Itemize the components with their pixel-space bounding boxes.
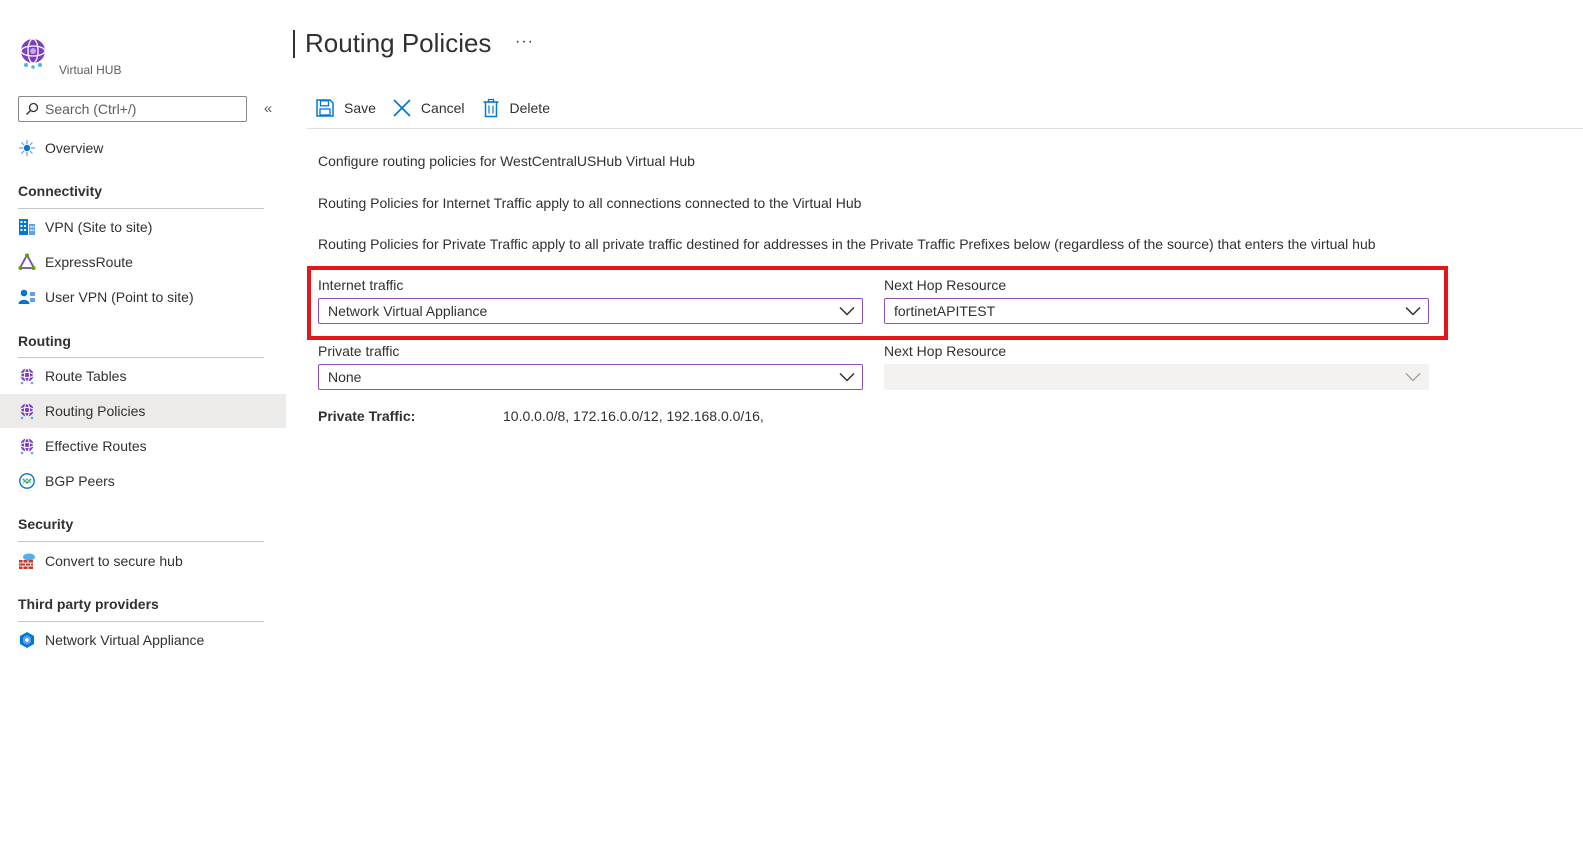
toolbar-divider xyxy=(307,128,1583,129)
section-title-connectivity: Connectivity xyxy=(18,183,103,199)
sidebar-item-label: VPN (Site to site) xyxy=(45,219,153,235)
collapse-sidebar-button[interactable]: « xyxy=(259,99,277,117)
chevron-down-icon xyxy=(1398,299,1428,323)
resource-type-label: Virtual HUB xyxy=(59,63,122,77)
close-icon xyxy=(392,98,412,118)
chevron-down-icon xyxy=(1398,365,1428,389)
route-tables-icon xyxy=(18,367,36,385)
sidebar-item-route-tables[interactable]: Route Tables xyxy=(0,359,286,393)
more-options-button[interactable]: ··· xyxy=(515,33,534,51)
page-title: Routing Policies xyxy=(293,28,491,59)
save-label: Save xyxy=(344,100,376,116)
sidebar-item-bgp-peers[interactable]: BGP Peers xyxy=(0,464,286,498)
description-configure: Configure routing policies for WestCentr… xyxy=(318,153,695,169)
effective-routes-icon xyxy=(18,437,36,455)
sidebar-item-label: ExpressRoute xyxy=(45,254,133,270)
sidebar-item-effective-routes[interactable]: Effective Routes xyxy=(0,429,286,463)
cancel-button[interactable]: Cancel xyxy=(392,98,465,118)
user-vpn-icon xyxy=(18,288,36,306)
trash-icon xyxy=(481,98,501,118)
private-traffic-value: None xyxy=(328,369,362,385)
sidebar-item-expressroute[interactable]: ExpressRoute xyxy=(0,245,286,279)
overview-icon xyxy=(18,139,36,157)
sidebar-item-overview[interactable]: Overview xyxy=(0,131,286,165)
private-traffic-prefixes-value: 10.0.0.0/8, 172.16.0.0/12, 192.168.0.0/1… xyxy=(503,408,764,424)
description-private-traffic: Routing Policies for Private Traffic app… xyxy=(318,236,1376,252)
sidebar-item-label: Routing Policies xyxy=(45,403,146,419)
nva-icon xyxy=(18,631,36,649)
bgp-peers-icon xyxy=(18,472,36,490)
vpn-icon xyxy=(18,218,36,236)
delete-button[interactable]: Delete xyxy=(481,98,550,118)
resource-sidebar: Virtual HUB « Overview Connectivity VPN … xyxy=(0,0,286,864)
internet-next-hop-value: fortinetAPITEST xyxy=(894,303,996,319)
routing-policies-icon xyxy=(18,402,36,420)
section-divider xyxy=(18,208,264,209)
sidebar-item-label: Convert to secure hub xyxy=(45,553,183,569)
title-separator xyxy=(293,29,295,58)
sidebar-item-label: Network Virtual Appliance xyxy=(45,632,205,648)
sidebar-search-input[interactable] xyxy=(45,101,235,117)
save-button[interactable]: Save xyxy=(315,98,376,118)
sidebar-item-label: Overview xyxy=(45,140,104,156)
private-next-hop-label: Next Hop Resource xyxy=(884,343,1007,359)
page-title-text: Routing Policies xyxy=(305,28,492,58)
sidebar-item-label: BGP Peers xyxy=(45,473,115,489)
section-divider xyxy=(18,621,264,622)
sidebar-item-label: User VPN (Point to site) xyxy=(45,289,194,305)
internet-traffic-dropdown[interactable]: Network Virtual Appliance xyxy=(318,298,863,324)
section-title-routing: Routing xyxy=(18,333,71,349)
search-icon xyxy=(25,102,39,116)
section-divider xyxy=(18,541,264,542)
virtual-hub-icon xyxy=(18,37,48,69)
internet-traffic-value: Network Virtual Appliance xyxy=(328,303,488,319)
sidebar-item-network-virtual-appliance[interactable]: Network Virtual Appliance xyxy=(0,623,286,657)
section-title-security: Security xyxy=(18,516,74,532)
section-divider xyxy=(18,357,264,358)
sidebar-item-label: Route Tables xyxy=(45,368,127,384)
internet-traffic-label: Internet traffic xyxy=(318,277,404,293)
delete-label: Delete xyxy=(509,100,550,116)
chevron-down-icon xyxy=(832,299,862,323)
internet-next-hop-label: Next Hop Resource xyxy=(884,277,1007,293)
sidebar-search-box[interactable] xyxy=(18,96,247,122)
private-traffic-prefixes-label: Private Traffic: xyxy=(318,408,416,424)
section-title-third-party-providers: Third party providers xyxy=(18,596,159,612)
internet-next-hop-dropdown[interactable]: fortinetAPITEST xyxy=(884,298,1429,324)
description-internet-traffic: Routing Policies for Internet Traffic ap… xyxy=(318,195,862,211)
firewall-icon xyxy=(18,552,36,570)
expressroute-icon xyxy=(18,253,36,271)
sidebar-item-routing-policies[interactable]: Routing Policies xyxy=(0,394,286,428)
sidebar-item-user-vpn[interactable]: User VPN (Point to site) xyxy=(0,280,286,314)
chevron-down-icon xyxy=(832,365,862,389)
private-next-hop-dropdown xyxy=(884,364,1429,390)
sidebar-item-label: Effective Routes xyxy=(45,438,147,454)
sidebar-item-vpn-site-to-site[interactable]: VPN (Site to site) xyxy=(0,210,286,244)
sidebar-item-convert-to-secure-hub[interactable]: Convert to secure hub xyxy=(0,544,286,578)
cancel-label: Cancel xyxy=(420,100,465,116)
command-bar: Save Cancel Delete xyxy=(307,94,558,122)
private-traffic-label: Private traffic xyxy=(318,343,400,359)
private-traffic-dropdown[interactable]: None xyxy=(318,364,863,390)
save-icon xyxy=(315,98,335,118)
